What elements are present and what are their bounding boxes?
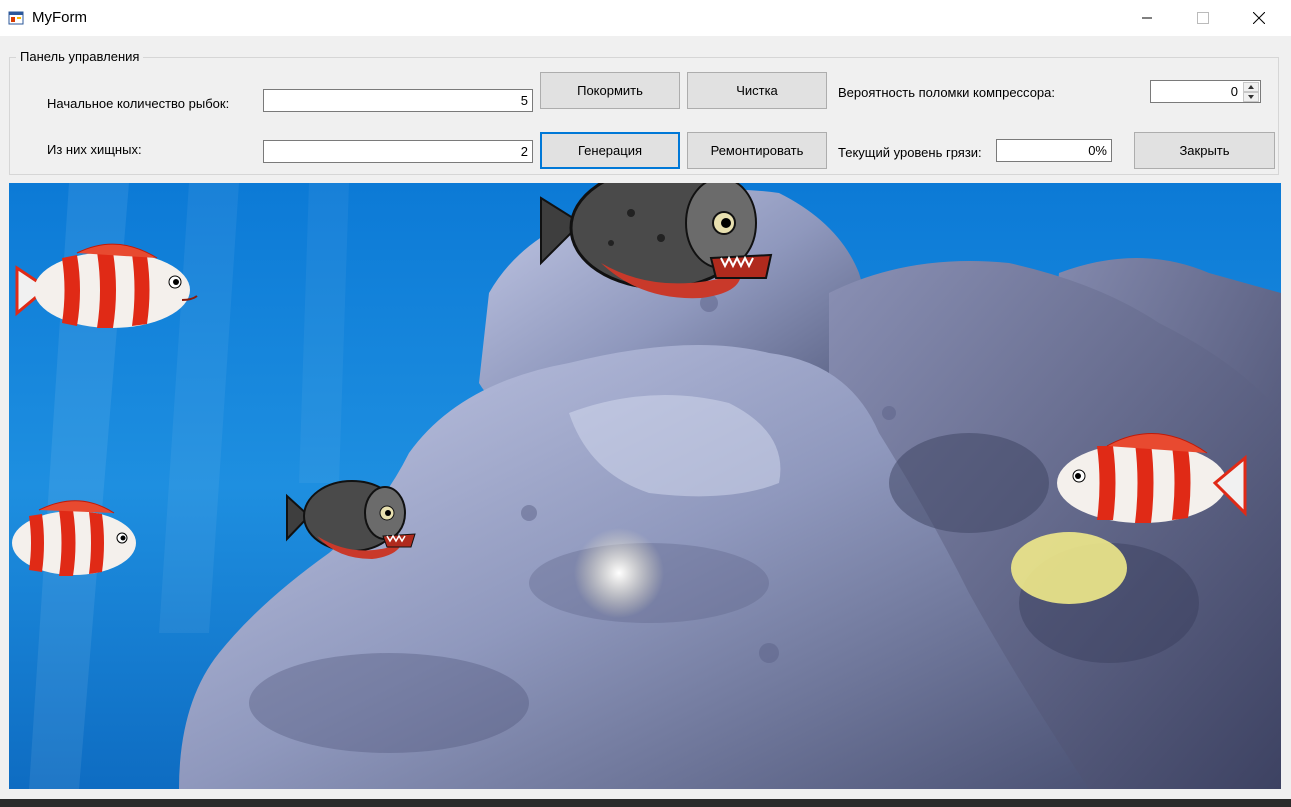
dirt-level-label: Текущий уровень грязи:: [838, 145, 982, 160]
taskbar-edge: [0, 799, 1291, 807]
close-icon: [1253, 12, 1265, 24]
dirt-level-field: 0%: [996, 139, 1112, 162]
minimize-icon: [1142, 17, 1152, 19]
form-icon: [8, 11, 24, 25]
clean-button[interactable]: Чистка: [687, 72, 827, 109]
initial-fish-label: Начальное количество рыбок:: [47, 96, 230, 111]
initial-fish-input[interactable]: 5: [263, 89, 533, 112]
predators-input[interactable]: 2: [263, 140, 533, 163]
aquarium-view[interactable]: [9, 183, 1281, 789]
repair-button[interactable]: Ремонтировать: [687, 132, 827, 169]
maximize-icon: [1197, 12, 1209, 24]
control-panel-title: Панель управления: [16, 49, 144, 64]
close-window-button[interactable]: [1236, 0, 1282, 36]
compressor-label: Вероятность поломки компрессора:: [838, 85, 1055, 100]
window-title: MyForm: [32, 9, 87, 26]
generate-button[interactable]: Генерация: [540, 132, 680, 169]
spin-down-button[interactable]: [1243, 92, 1259, 102]
maximize-button[interactable]: [1180, 0, 1226, 36]
predators-label: Из них хищных:: [47, 142, 142, 157]
close-button[interactable]: Закрыть: [1134, 132, 1275, 169]
yellow-fish: [1011, 532, 1127, 604]
feed-button[interactable]: Покормить: [540, 72, 680, 109]
minimize-button[interactable]: [1124, 0, 1170, 36]
aquarium-scene: [9, 183, 1281, 789]
spin-up-button[interactable]: [1243, 82, 1259, 92]
title-bar: MyForm: [0, 0, 1291, 36]
